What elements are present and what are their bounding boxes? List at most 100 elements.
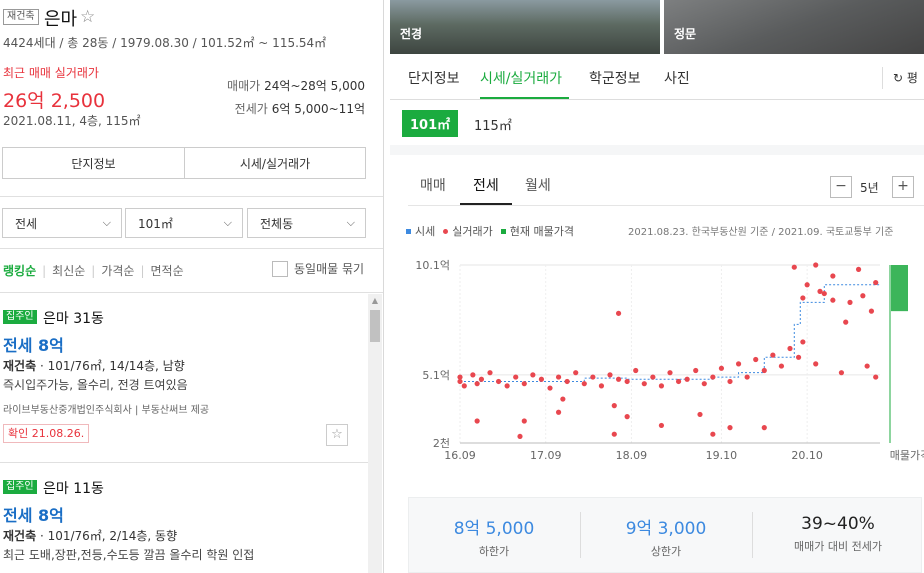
sort-latest[interactable]: 최신순 bbox=[52, 262, 85, 279]
recent-trade-meta: 2021.08.11, 4층, 115㎡ bbox=[3, 114, 141, 128]
listing-type: 재건축 bbox=[3, 529, 37, 543]
chart-tab-sale[interactable]: 매매 bbox=[420, 175, 446, 195]
trade-point bbox=[457, 378, 463, 385]
pyeong-label: 평 bbox=[906, 71, 918, 85]
same-listing-checkbox[interactable] bbox=[272, 260, 288, 277]
area-select[interactable]: 101㎡ ⌵ bbox=[125, 208, 243, 238]
trade-point bbox=[675, 378, 682, 385]
trade-point bbox=[474, 381, 480, 387]
chart-tab-jeonse[interactable]: 전세 bbox=[473, 175, 499, 195]
legend-swatch bbox=[443, 228, 449, 234]
area-tab[interactable]: 115㎡ bbox=[474, 115, 512, 134]
trade-point bbox=[607, 372, 613, 378]
divider bbox=[408, 205, 924, 206]
chevron-down-icon: ⌵ bbox=[223, 216, 232, 229]
legend-item-market: 시세 bbox=[406, 223, 435, 239]
dong-value: 전체동 bbox=[260, 216, 294, 231]
tab-photos[interactable]: 사진 bbox=[664, 68, 690, 88]
ratio-box: 39~40% 매매가 대비 전세가 bbox=[753, 498, 923, 573]
sale-price-range: 24억~28억 5,000 bbox=[264, 79, 365, 93]
ratio-label: 매매가 대비 전세가 bbox=[794, 540, 882, 553]
low-price-label: 하한가 bbox=[478, 545, 510, 558]
x-tick-label: 매물가격 bbox=[890, 449, 924, 462]
trade-point bbox=[598, 383, 605, 389]
jeonse-price-label: 전세가 bbox=[234, 102, 268, 116]
trade-point bbox=[847, 299, 853, 305]
tab-complex-info[interactable]: 단지정보 bbox=[408, 68, 460, 88]
scrollbar-thumb[interactable] bbox=[370, 310, 380, 342]
chevron-down-icon: ⌵ bbox=[102, 216, 111, 229]
list-item[interactable]: 집주인 은마 11동 전세 8억 재건축 · 101/76㎡, 2/14층, 동… bbox=[0, 470, 368, 573]
trade-point bbox=[727, 378, 733, 385]
trade-point bbox=[470, 372, 476, 378]
complex-info-button[interactable]: 단지정보 bbox=[2, 147, 185, 179]
period-plus-button[interactable]: + bbox=[892, 176, 914, 198]
listing-note: 최근 도배,장판,전등,수도등 깔끔 올수리 학원 인접 bbox=[3, 548, 255, 562]
trade-point bbox=[804, 282, 810, 288]
trade-type-select[interactable]: 전세 ⌵ bbox=[2, 208, 122, 238]
trade-point bbox=[817, 288, 823, 294]
trade-point bbox=[495, 378, 502, 385]
listing-note: 즉시입주가능, 올수리, 전경 트여있음 bbox=[3, 378, 188, 392]
trade-point bbox=[633, 367, 639, 374]
legend-swatch bbox=[406, 228, 411, 234]
low-price-box: 8억 5,000 하한가 bbox=[409, 498, 579, 573]
trade-point bbox=[461, 383, 467, 389]
low-price-value: 8억 5,000 bbox=[453, 519, 535, 539]
rebuild-tag: 재건축 bbox=[3, 9, 39, 25]
tab-school[interactable]: 학군정보 bbox=[589, 68, 641, 88]
same-listing-toggle[interactable]: 동일매물 묶기 bbox=[272, 260, 364, 277]
trade-point bbox=[504, 383, 510, 389]
sort-area[interactable]: 면적순 bbox=[151, 262, 184, 279]
y-tick-label: 5.1억 bbox=[422, 369, 450, 382]
trade-point bbox=[487, 370, 493, 376]
listing-name[interactable]: 은마 31동 bbox=[43, 308, 104, 328]
trade-point bbox=[830, 273, 836, 279]
trade-point bbox=[658, 383, 665, 389]
trade-point bbox=[624, 414, 630, 420]
trade-point bbox=[560, 396, 566, 402]
divider bbox=[0, 462, 368, 463]
listing-price[interactable]: 전세 8억 bbox=[3, 502, 64, 526]
chart-tab-monthly[interactable]: 월세 bbox=[525, 175, 551, 195]
x-tick-label: 16.09 bbox=[444, 449, 476, 462]
trade-point bbox=[564, 378, 570, 385]
trade-point bbox=[650, 374, 656, 380]
detail-tabs: 단지정보 시세/실거래가 학군정보 사진 bbox=[390, 54, 924, 100]
tab-price[interactable]: 시세/실거래가 bbox=[480, 68, 562, 88]
sort-price[interactable]: 가격순 bbox=[101, 262, 134, 279]
bookmark-star-icon[interactable]: ☆ bbox=[326, 424, 348, 446]
sort-separator: | bbox=[42, 263, 47, 278]
photo-overview[interactable]: 전경 bbox=[390, 0, 660, 54]
trade-point bbox=[478, 376, 485, 382]
listing-price[interactable]: 전세 8억 bbox=[3, 332, 64, 356]
price-info-button[interactable]: 시세/실거래가 bbox=[184, 147, 366, 179]
list-item[interactable]: 집주인 은마 31동 전세 8억 재건축 · 101/76㎡, 14/14층, … bbox=[0, 300, 368, 462]
photo-caption: 정문 bbox=[674, 27, 697, 41]
trade-point bbox=[697, 411, 703, 418]
listing-name[interactable]: 은마 11동 bbox=[43, 478, 104, 498]
sale-price-label: 매매가 bbox=[227, 79, 261, 93]
trade-point bbox=[641, 381, 647, 387]
trade-point bbox=[800, 339, 806, 345]
high-price-label: 상한가 bbox=[650, 545, 682, 558]
scroll-up-arrow-icon[interactable]: ▲ bbox=[368, 294, 382, 308]
detail-panel: 전경 정문 단지정보 시세/실거래가 학군정보 사진 ↻ 평 101㎡ 115㎡… bbox=[390, 0, 924, 573]
price-chart[interactable]: 2천 5.1억 10.1억 16.09 17.09 18.09 19.10 20.10 매물가격 bbox=[390, 250, 924, 472]
recent-trade-label: 최근 매매 실거래가 bbox=[3, 66, 99, 80]
trade-point bbox=[873, 279, 879, 286]
area-tab-active[interactable]: 101㎡ bbox=[402, 110, 459, 137]
photo-gate[interactable]: 정문 bbox=[664, 0, 924, 54]
owner-tag: 집주인 bbox=[3, 480, 37, 494]
dong-select[interactable]: 전체동 ⌵ bbox=[247, 208, 366, 238]
trade-point bbox=[573, 370, 579, 376]
sort-ranking[interactable]: 랭킹순 bbox=[3, 262, 36, 279]
y-tick-label: 10.1억 bbox=[415, 259, 450, 272]
pyeong-toggle-button[interactable]: ↻ 평 bbox=[882, 67, 918, 89]
trade-point bbox=[615, 310, 622, 316]
scrollbar[interactable]: ▲ bbox=[368, 294, 382, 573]
favorite-star-icon[interactable]: ☆ bbox=[80, 7, 95, 27]
trade-point bbox=[701, 381, 707, 387]
period-minus-button[interactable]: − bbox=[830, 176, 852, 198]
trade-point bbox=[693, 367, 699, 374]
